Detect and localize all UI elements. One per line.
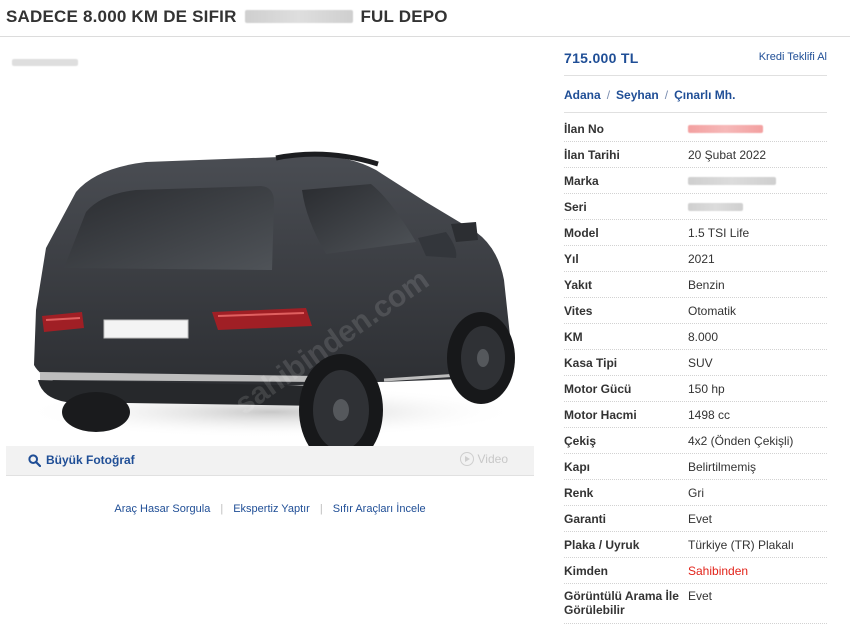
- info-value: 2021: [688, 251, 715, 266]
- info-row-drive: Çekiş 4x2 (Önden Çekişli): [564, 428, 827, 454]
- video-label: Video: [477, 452, 508, 466]
- location-district[interactable]: Seyhan: [616, 88, 659, 102]
- info-row-model: Model 1.5 TSI Life: [564, 220, 827, 246]
- info-row-seller: Kimden Sahibinden: [564, 558, 827, 584]
- info-row-body-type: Kasa Tipi SUV: [564, 350, 827, 376]
- info-label: İlan Tarihi: [564, 147, 620, 162]
- info-value: 8.000: [688, 329, 719, 344]
- info-value: [688, 174, 827, 188]
- magnifier-icon: [28, 453, 41, 467]
- info-row-fuel: Yakıt Benzin: [564, 272, 827, 298]
- info-row-engine-power: Motor Gücü 150 hp: [564, 376, 827, 402]
- info-label: Motor Gücü: [564, 381, 632, 396]
- info-value: Evet: [688, 589, 713, 603]
- info-value: Belirtilmemiş: [688, 459, 757, 474]
- info-row-listing-date: İlan Tarihi 20 Şubat 2022: [564, 142, 827, 168]
- info-label: Vites: [564, 303, 593, 318]
- divider: [564, 75, 827, 76]
- breadcrumb-separator: /: [606, 88, 611, 102]
- info-value: [688, 200, 827, 214]
- info-value: Benzin: [688, 277, 725, 292]
- info-value: Evet: [688, 511, 713, 526]
- info-row-series: Seri: [564, 194, 827, 220]
- action-links: Araç Hasar Sorgula | Ekspertiz Yaptır | …: [0, 503, 540, 515]
- info-label: Seri: [564, 199, 587, 214]
- info-value: 20 Şubat 2022: [688, 147, 767, 162]
- info-value: 1.5 TSI Life: [688, 225, 750, 240]
- listing-title-end: FUL DEPO: [360, 7, 448, 26]
- redacted-title-text: [244, 10, 353, 23]
- info-value: Gri: [688, 485, 704, 500]
- info-value: 1498 cc: [688, 407, 731, 422]
- price: 715.000 TL: [564, 50, 639, 66]
- info-label: KM: [564, 329, 583, 344]
- vehicle-damage-query-link[interactable]: Araç Hasar Sorgula: [114, 503, 210, 515]
- info-row-color: Renk Gri: [564, 480, 827, 506]
- info-row-year: Yıl 2021: [564, 246, 827, 272]
- info-label: İlan No: [564, 121, 605, 136]
- info-value: Türkiye (TR) Plakalı: [688, 537, 795, 552]
- car-image: sahibinden.com: [21, 151, 521, 450]
- listing-title: SADECE 8.000 KM DE SIFIR FUL DEPO: [6, 7, 448, 27]
- credit-offer-link[interactable]: Kredi Teklifi Al: [759, 51, 827, 63]
- main-photo[interactable]: sahibinden.com: [6, 50, 534, 450]
- info-label: Çekiş: [564, 433, 597, 448]
- info-value: 150 hp: [688, 381, 725, 396]
- info-label: Plaka / Uyruk: [564, 537, 640, 552]
- info-value: 4x2 (Önden Çekişli): [688, 433, 794, 448]
- info-value: Otomatik: [688, 303, 737, 318]
- breadcrumb-separator: /: [664, 88, 669, 102]
- listing-title-start: SADECE 8.000 KM DE SIFIR: [6, 7, 237, 26]
- info-label: Kimden: [564, 563, 609, 578]
- redacted-photo-label: [12, 59, 78, 66]
- redacted-brand: [688, 176, 776, 185]
- info-label: Renk: [564, 485, 594, 500]
- info-label: Kapı: [564, 459, 591, 474]
- link-separator: |: [220, 503, 224, 515]
- info-label: Motor Hacmi: [564, 407, 637, 422]
- info-label: Garanti: [564, 511, 607, 526]
- redacted-listing-no: [688, 124, 763, 133]
- info-row-gear: Vites Otomatik: [564, 298, 827, 324]
- info-row-doors: Kapı Belirtilmemiş: [564, 454, 827, 480]
- title-bar: SADECE 8.000 KM DE SIFIR FUL DEPO: [0, 0, 850, 37]
- info-row-brand: Marka: [564, 168, 827, 194]
- info-row-plate: Plaka / Uyruk Türkiye (TR) Plakalı: [564, 532, 827, 558]
- info-label: Yakıt: [564, 277, 593, 292]
- big-photo-label: Büyük Fotoğraf: [46, 453, 135, 467]
- expertise-link[interactable]: Ekspertiz Yaptır: [233, 503, 310, 515]
- play-circle-icon: [459, 452, 474, 466]
- seller-type-value: Sahibinden: [688, 563, 749, 578]
- location-neighborhood[interactable]: Çınarlı Mh.: [674, 88, 735, 102]
- info-label: Marka: [564, 173, 599, 188]
- info-row-engine-volume: Motor Hacmi 1498 cc: [564, 402, 827, 428]
- new-vehicles-link[interactable]: Sıfır Araçları İncele: [333, 503, 426, 515]
- info-row-listing-no: İlan No: [564, 116, 827, 142]
- info-value: [688, 122, 827, 136]
- big-photo-button[interactable]: Büyük Fotoğraf: [28, 453, 135, 467]
- info-label: Model: [564, 225, 599, 240]
- info-row-km: KM 8.000: [564, 324, 827, 350]
- vehicle-info-table: İlan No İlan Tarihi 20 Şubat 2022 Marka …: [564, 116, 827, 624]
- photo-action-bar: Büyük Fotoğraf Video: [6, 446, 534, 476]
- info-label: Kasa Tipi: [564, 355, 618, 370]
- location-breadcrumb: Adana / Seyhan / Çınarlı Mh.: [564, 88, 735, 102]
- redacted-series: [688, 202, 743, 211]
- divider: [564, 112, 827, 113]
- info-value: SUV: [688, 355, 713, 370]
- location-city[interactable]: Adana: [564, 88, 601, 102]
- video-button[interactable]: Video: [459, 452, 508, 466]
- info-row-warranty: Garanti Evet: [564, 506, 827, 532]
- info-row-video-call: Görüntülü Arama İle Görülebilir Evet: [564, 584, 827, 624]
- link-separator: |: [319, 503, 323, 515]
- info-label: Yıl: [564, 251, 579, 266]
- info-label: Görüntülü Arama İle Görülebilir: [564, 589, 679, 617]
